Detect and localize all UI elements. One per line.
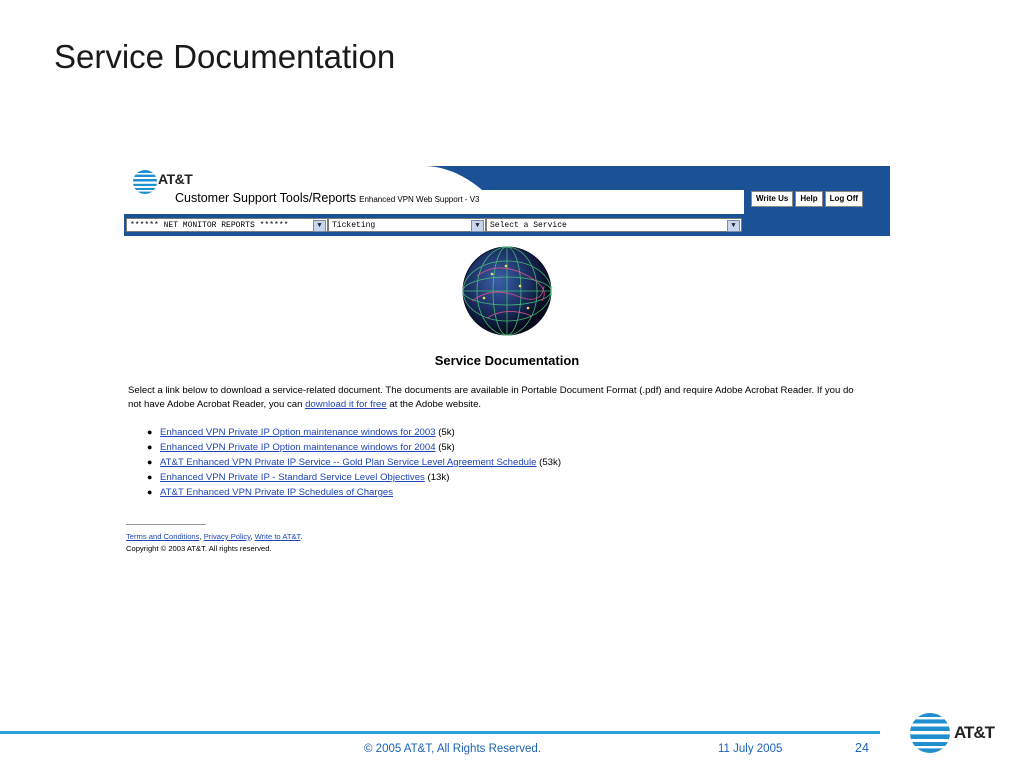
brand-wordmark: AT&T (158, 171, 193, 187)
write-link[interactable]: Write to AT&T (255, 532, 301, 541)
document-link[interactable]: AT&T Enhanced VPN Private IP Service -- … (160, 457, 536, 468)
list-item: ● Enhanced VPN Private IP Option maintena… (147, 440, 561, 455)
ticketing-select[interactable]: Ticketing ▼ (328, 218, 486, 232)
att-globe-icon (910, 713, 950, 753)
nav-selects: ****** NET MONITOR REPORTS ****** ▼ Tick… (124, 218, 744, 234)
reports-select-value: ****** NET MONITOR REPORTS ****** (130, 221, 289, 230)
slide-date: 11 July 2005 (718, 743, 783, 755)
bullet-icon: ● (147, 487, 153, 497)
corner-logo-text: AT&T (954, 723, 995, 742)
document-size: (13k) (424, 472, 450, 483)
slide-footer-rule (0, 731, 880, 734)
document-size: (5k) (435, 442, 455, 453)
site-header: AT&T Customer Support Tools/Reports Enhan… (124, 166, 890, 236)
download-acrobat-link[interactable]: download it for free (305, 399, 387, 410)
document-link[interactable]: Enhanced VPN Private IP - Standard Servi… (160, 472, 425, 483)
embedded-webpage: AT&T Customer Support Tools/Reports Enhan… (124, 166, 890, 566)
page-heading: Service Documentation (434, 353, 580, 368)
document-link[interactable]: AT&T Enhanced VPN Private IP Schedules o… (160, 487, 393, 498)
tools-title-text: Customer Support Tools/Reports (175, 191, 357, 205)
tools-title: Customer Support Tools/Reports Enhanced V… (175, 191, 479, 205)
service-select[interactable]: Select a Service ▼ (486, 218, 742, 232)
slide-title: Service Documentation (54, 38, 396, 75)
footer-end: . (300, 532, 303, 541)
bullet-icon: ● (147, 442, 153, 452)
document-size: (5k) (435, 427, 455, 438)
service-select-value: Select a Service (490, 221, 567, 230)
footer-links: Terms and Conditions, Privacy Policy, Wr… (126, 532, 302, 541)
bullet-icon: ● (147, 472, 153, 482)
list-item: ● Enhanced VPN Private IP - Standard Serv… (147, 470, 561, 485)
document-size: (53k) (536, 457, 562, 468)
slide-page-number: 24 (855, 741, 869, 755)
bullet-icon: ● (147, 427, 153, 437)
terms-link[interactable]: Terms and Conditions (126, 532, 199, 541)
chevron-down-icon: ▼ (313, 220, 326, 232)
document-list: ● Enhanced VPN Private IP Option maintena… (147, 425, 562, 500)
document-link[interactable]: Enhanced VPN Private IP Option maintenan… (160, 442, 436, 453)
slide-copyright: © 2005 AT&T, All Rights Reserved. (364, 743, 542, 755)
list-item: ● AT&T Enhanced VPN Private IP Service --… (147, 455, 562, 470)
list-item: ● AT&T Enhanced VPN Private IP Schedules … (147, 485, 561, 500)
tools-subtitle: Enhanced VPN Web Support - V3 (359, 195, 480, 204)
intro-text: Select a link below to download a servic… (128, 384, 868, 412)
document-link[interactable]: Enhanced VPN Private IP Option maintenan… (160, 427, 436, 438)
globe-image (462, 246, 552, 336)
chevron-down-icon: ▼ (727, 220, 740, 232)
footer-divider (126, 524, 206, 525)
privacy-link[interactable]: Privacy Policy (204, 532, 251, 541)
ticketing-select-value: Ticketing (332, 221, 376, 230)
header-buttons: Write Us Help Log Off (751, 191, 864, 207)
list-item: ● Enhanced VPN Private IP Option maintena… (147, 425, 561, 440)
log-off-button[interactable]: Log Off (824, 191, 864, 207)
write-us-button[interactable]: Write Us (751, 191, 794, 207)
intro-before: Select a link below to download a servic… (128, 385, 854, 410)
chevron-down-icon: ▼ (471, 220, 484, 232)
intro-after: at the Adobe website. (386, 399, 482, 410)
reports-select[interactable]: ****** NET MONITOR REPORTS ****** ▼ (126, 218, 328, 232)
footer-copyright: Copyright © 2003 AT&T. All rights reserv… (126, 544, 272, 553)
bullet-icon: ● (147, 457, 153, 467)
help-button[interactable]: Help (795, 191, 823, 207)
